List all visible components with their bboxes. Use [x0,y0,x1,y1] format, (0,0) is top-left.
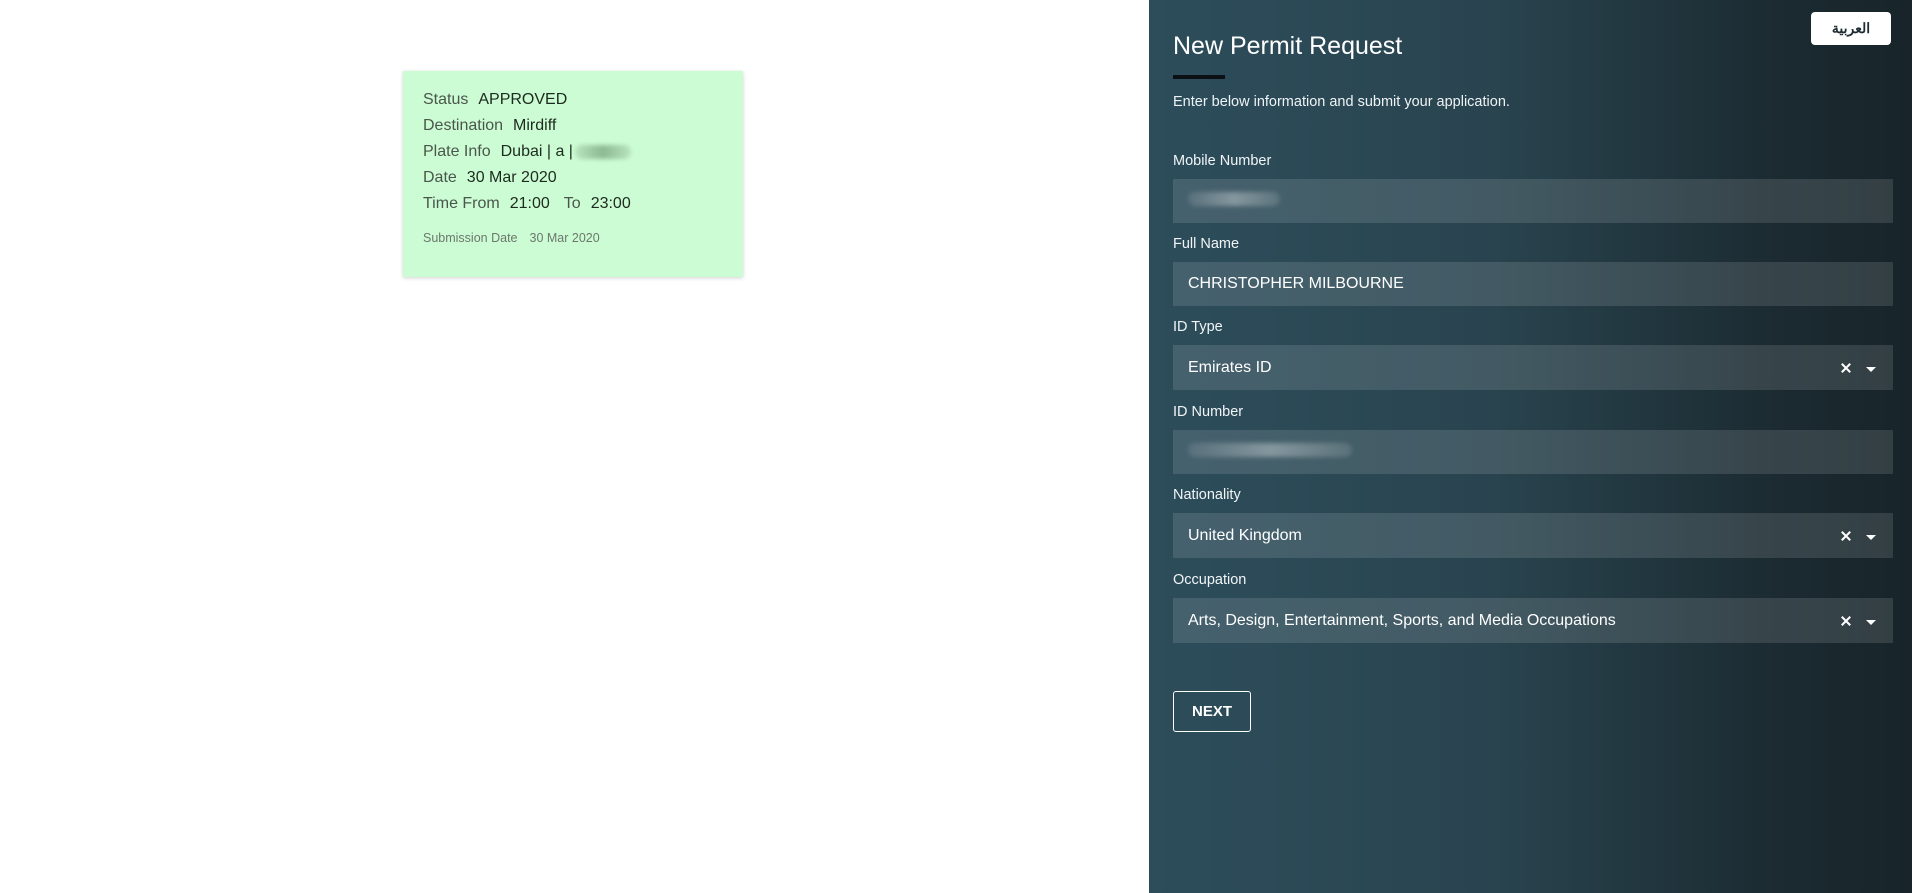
occupation-select[interactable]: Arts, Design, Entertainment, Sports, and… [1173,598,1893,643]
plate-value: Dubai | a | [500,143,573,160]
permit-form-panel: العربية New Permit Request Enter below i… [1149,0,1912,893]
time-to-label: To [563,195,581,212]
occupation-label: Occupation [1173,572,1247,588]
occupation-value: Arts, Design, Entertainment, Sports, and… [1188,611,1616,629]
destination-label: Destination [423,117,504,134]
plate-label: Plate Info [423,143,491,160]
full-name-label: Full Name [1173,236,1240,252]
time-to-value: 23:00 [590,195,631,212]
status-row: Status APPROVED [423,87,723,113]
mobile-number-label: Mobile Number [1173,153,1272,169]
time-from-label: Time From [423,195,500,212]
chevron-down-icon[interactable] [1866,534,1876,540]
destination-row: Destination Mirdiff [423,113,723,139]
title-underline [1173,75,1225,79]
page: Status APPROVED Destination Mirdiff Plat… [0,0,1912,893]
submission-date-value: 30 Mar 2020 [529,231,600,245]
id-type-label: ID Type [1173,319,1223,335]
close-icon[interactable] [1840,362,1852,374]
form-instructions: Enter below information and submit your … [1173,94,1510,110]
mobile-number-field[interactable] [1173,179,1893,223]
close-icon[interactable] [1840,530,1852,542]
mobile-number-redacted [1188,191,1280,206]
id-number-redacted [1188,442,1352,457]
close-icon[interactable] [1840,615,1852,627]
destination-value: Mirdiff [513,117,557,134]
id-type-value: Emirates ID [1188,358,1272,376]
next-button[interactable]: NEXT [1173,691,1251,732]
id-number-field[interactable] [1173,430,1893,474]
date-label: Date [423,169,457,186]
date-value: 30 Mar 2020 [466,169,557,186]
submission-row: Submission Date 30 Mar 2020 [423,231,723,245]
id-number-label: ID Number [1173,404,1244,420]
full-name-value: CHRISTOPHER MILBOURNE [1188,275,1404,292]
permit-card[interactable]: Status APPROVED Destination Mirdiff Plat… [403,71,743,277]
submission-date-label: Submission Date [423,231,518,245]
page-title: New Permit Request [1173,32,1403,60]
nationality-label: Nationality [1173,487,1241,503]
plate-row: Plate Info Dubai | a | [423,139,723,165]
chevron-down-icon[interactable] [1866,619,1876,625]
time-from-value: 21:00 [509,195,550,212]
chevron-down-icon[interactable] [1866,366,1876,372]
mobile-number-value [1188,191,1878,211]
id-type-select[interactable]: Emirates ID [1173,345,1893,390]
id-number-value [1188,442,1878,462]
status-value: APPROVED [478,91,568,108]
full-name-field[interactable]: CHRISTOPHER MILBOURNE [1173,262,1893,306]
nationality-select[interactable]: United Kingdom [1173,513,1893,558]
plate-number-redacted [574,145,631,159]
language-toggle-button[interactable]: العربية [1811,12,1891,45]
nationality-value: United Kingdom [1188,526,1302,544]
date-row: Date 30 Mar 2020 [423,165,723,191]
time-row: Time From 21:00 To 23:00 [423,191,723,217]
status-label: Status [423,91,469,108]
